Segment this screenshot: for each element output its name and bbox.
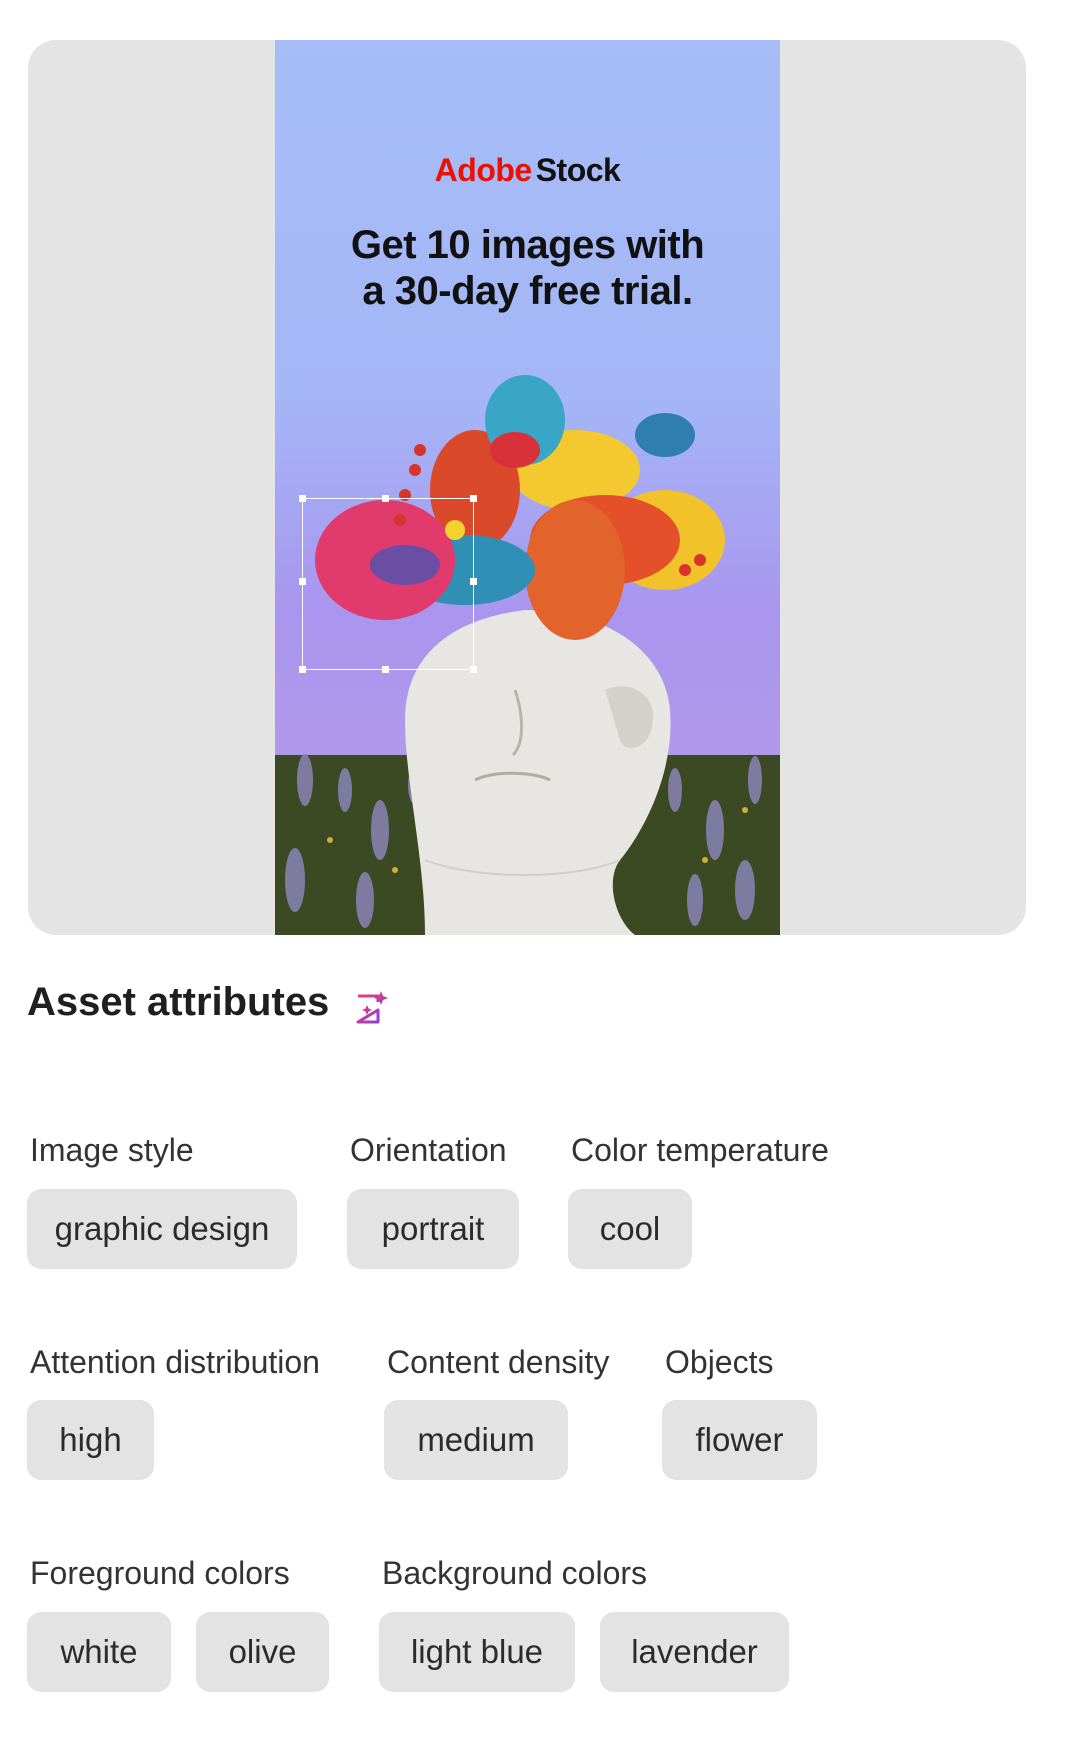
asset-preview-card: Adobe Stock Get 10 images with a 30-day f…: [28, 40, 1026, 935]
content-density-label: Content density: [387, 1344, 610, 1380]
chip-attention-distribution[interactable]: high: [27, 1400, 154, 1480]
orientation-label: Orientation: [350, 1132, 507, 1168]
chip-color-temperature[interactable]: cool: [568, 1189, 692, 1269]
adobe-stock-logo: Adobe Stock: [434, 152, 621, 188]
chip-objects[interactable]: flower: [662, 1400, 817, 1480]
chip-foreground-color[interactable]: olive: [196, 1612, 329, 1692]
ad-image[interactable]: Adobe Stock Get 10 images with a 30-day f…: [275, 40, 780, 935]
background-colors-label: Background colors: [382, 1555, 648, 1591]
chip-content-density[interactable]: medium: [384, 1400, 568, 1480]
chip-background-color[interactable]: light blue: [379, 1612, 575, 1692]
attention-distribution-label: Attention distribution: [30, 1344, 320, 1380]
ad-headline: Get 10 images with a 30-day free trial.: [350, 223, 705, 313]
section-title: Asset attributes: [27, 980, 330, 1024]
chip-background-color[interactable]: lavender: [600, 1612, 789, 1692]
chip-foreground-color[interactable]: white: [27, 1612, 171, 1692]
foreground-colors-label: Foreground colors: [30, 1555, 290, 1591]
chip-orientation[interactable]: portrait: [347, 1189, 519, 1269]
chip-image-style[interactable]: graphic design: [27, 1189, 297, 1269]
sparkle-icon[interactable]: [350, 988, 390, 1028]
objects-label: Objects: [665, 1344, 774, 1380]
object-bounding-box[interactable]: [299, 495, 477, 673]
image-style-label: Image style: [30, 1132, 194, 1168]
color-temperature-label: Color temperature: [571, 1132, 829, 1168]
